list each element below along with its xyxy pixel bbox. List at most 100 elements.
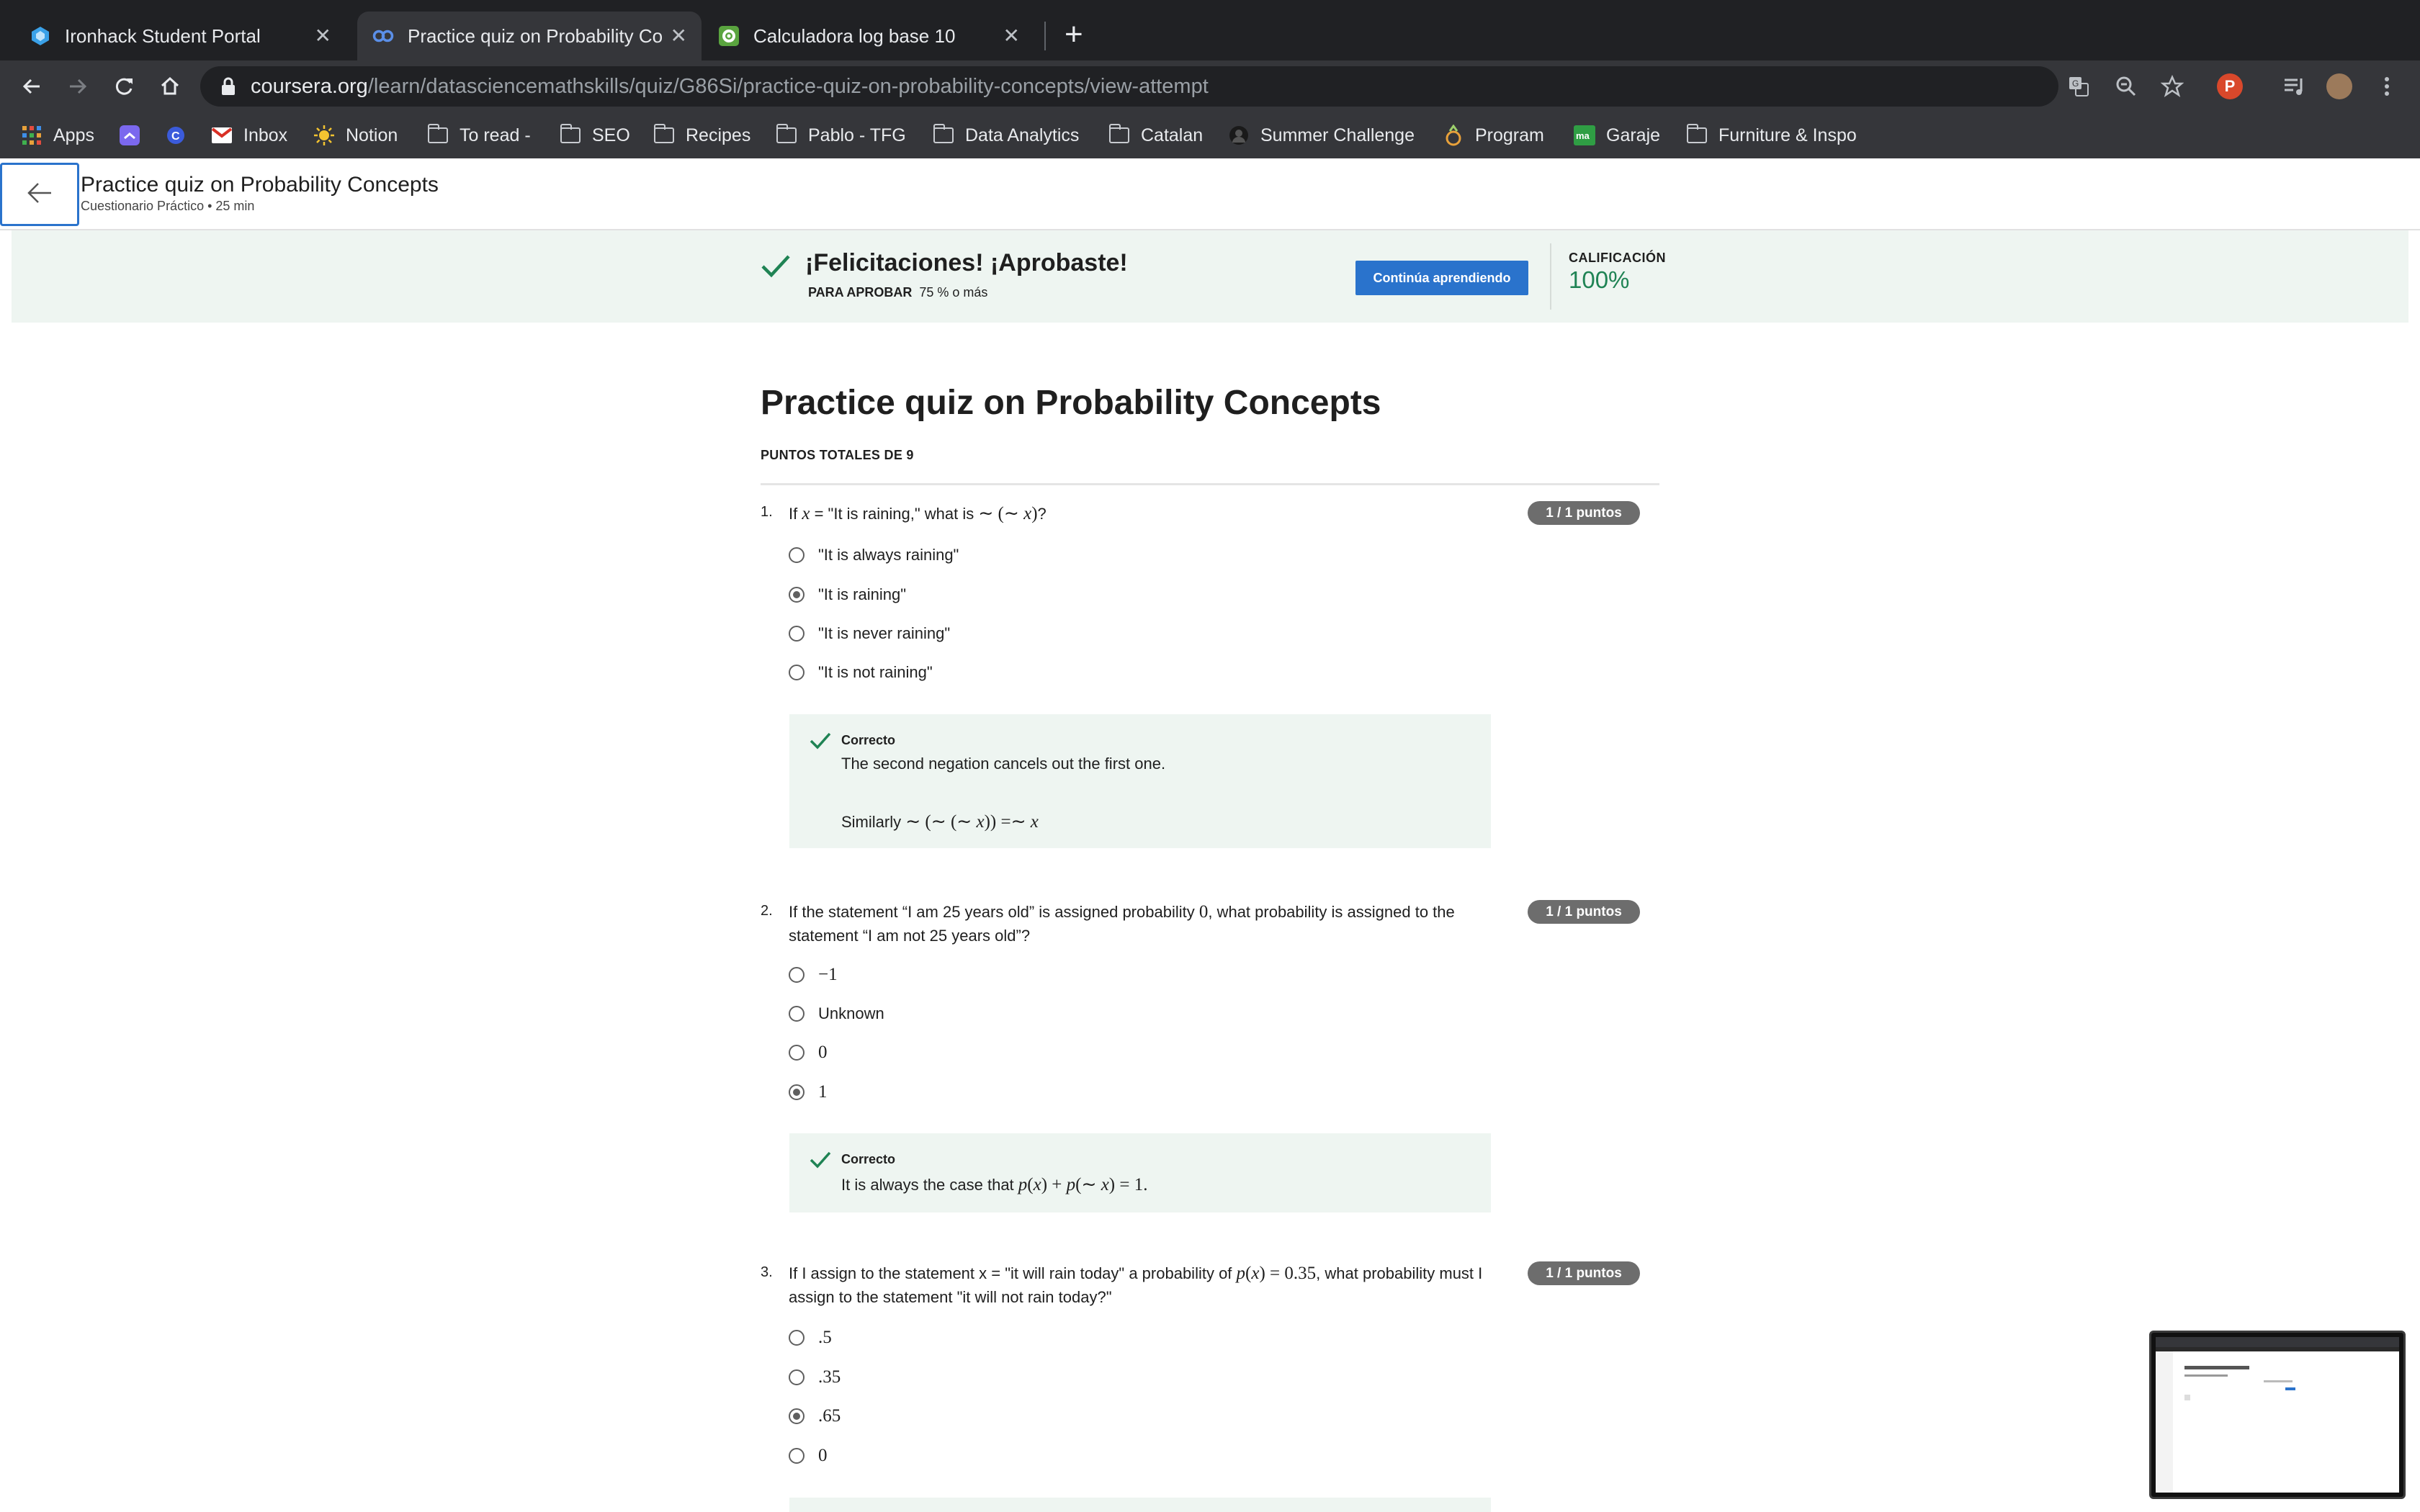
- apps-grid-icon: [20, 124, 43, 147]
- tab-coursera-quiz[interactable]: Practice quiz on Probability Co ✕: [357, 12, 702, 60]
- calculator-gear-icon: [717, 24, 740, 48]
- answer-option[interactable]: 0: [789, 1041, 828, 1064]
- folder-icon: [653, 124, 676, 147]
- media-control-icon[interactable]: [2282, 73, 2308, 99]
- divider: [1550, 243, 1551, 310]
- points-badge: 1 / 1 puntos: [1528, 1261, 1640, 1285]
- tab-label: Practice quiz on Probability Co: [408, 24, 663, 47]
- bookmark-star-icon[interactable]: [2159, 73, 2185, 99]
- folder-icon: [426, 124, 449, 147]
- answer-option[interactable]: .65: [789, 1405, 841, 1428]
- radio-button[interactable]: [789, 967, 805, 983]
- program-icon: [1442, 124, 1465, 147]
- bookmark-recipes[interactable]: Recipes: [653, 122, 750, 148]
- coursera-logo-icon: [372, 24, 395, 48]
- radio-button[interactable]: [789, 626, 805, 642]
- address-bar[interactable]: coursera.org/learn/datasciencemathskills…: [200, 66, 2089, 107]
- radio-button-selected[interactable]: [789, 1408, 805, 1424]
- ironhack-logo-icon: [29, 24, 52, 48]
- bookmark-program[interactable]: Program: [1442, 122, 1544, 148]
- answer-option[interactable]: 0: [789, 1444, 828, 1467]
- folder-icon: [932, 124, 955, 147]
- bookmark-inbox[interactable]: Inbox: [210, 122, 287, 148]
- translate-icon[interactable]: G: [2066, 73, 2092, 99]
- radio-button[interactable]: [789, 1006, 805, 1022]
- course-item-subtitle: Cuestionario Práctico • 25 min: [81, 199, 255, 213]
- svg-text:C: C: [171, 130, 180, 143]
- feedback-title: Correcto: [841, 1152, 896, 1166]
- bookmark-garaje[interactable]: ma Garaje: [1573, 122, 1660, 148]
- answer-option[interactable]: Unknown: [789, 1002, 884, 1025]
- checkmark-icon: [761, 253, 791, 283]
- new-tab-button[interactable]: +: [1065, 16, 1083, 53]
- answer-option[interactable]: "It is never raining": [789, 622, 950, 645]
- feedback-box: Correcto It is always the case that p(x)…: [789, 1133, 1491, 1212]
- bookmark-label: Summer Challenge: [1260, 125, 1415, 145]
- bookmark-c[interactable]: C: [164, 122, 197, 148]
- bookmark-summer-challenge[interactable]: Summer Challenge: [1227, 122, 1415, 148]
- folder-icon: [1685, 124, 1708, 147]
- bookmark-clickup[interactable]: [118, 122, 151, 148]
- avatar[interactable]: [2326, 73, 2352, 99]
- radio-button[interactable]: [789, 1045, 805, 1061]
- congrats-heading: ¡Felicitaciones! ¡Aprobaste!: [805, 249, 1128, 276]
- close-tab-icon[interactable]: ✕: [315, 24, 331, 48]
- lock-icon: [220, 76, 236, 100]
- menu-dots-icon[interactable]: [2374, 73, 2400, 99]
- feedback-text: It is always the case that p(x) + p(∼ x)…: [841, 1175, 1148, 1194]
- bookmark-label: To read -: [460, 125, 531, 145]
- back-button[interactable]: [0, 163, 79, 226]
- bookmark-label: Garaje: [1606, 125, 1661, 145]
- reload-icon[interactable]: [107, 69, 141, 104]
- bookmark-label: Furniture & Inspo: [1718, 125, 1857, 145]
- points-badge: 1 / 1 puntos: [1528, 900, 1640, 924]
- radio-button[interactable]: [789, 547, 805, 563]
- tab-ironhack[interactable]: Ironhack Student Portal ✕: [14, 12, 346, 60]
- back-arrow-icon[interactable]: [14, 69, 49, 104]
- close-tab-icon[interactable]: ✕: [671, 24, 687, 48]
- screenshot-preview-thumbnail[interactable]: [2149, 1331, 2406, 1499]
- bookmark-label: Notion: [346, 125, 398, 145]
- radio-button[interactable]: [789, 1448, 805, 1464]
- forward-arrow-icon[interactable]: [60, 69, 95, 104]
- bookmark-seo[interactable]: SEO: [559, 122, 630, 148]
- bookmarks-bar: Apps C Inbox Notion To read - SEO Recipe…: [0, 112, 2420, 159]
- radio-button[interactable]: [789, 1369, 805, 1385]
- tab-divider: [1044, 22, 1046, 50]
- svg-text:ma: ma: [1576, 130, 1590, 141]
- answer-option[interactable]: −1: [789, 963, 838, 986]
- ma-logo-icon: ma: [1573, 124, 1596, 147]
- bookmark-label: Program: [1475, 125, 1544, 145]
- bookmark-label: Recipes: [686, 125, 751, 145]
- close-tab-icon[interactable]: ✕: [1003, 24, 1020, 48]
- answer-option[interactable]: "It is always raining": [789, 544, 959, 567]
- profile-p-extension-icon[interactable]: P: [2217, 73, 2243, 99]
- answer-option[interactable]: .5: [789, 1326, 832, 1349]
- answer-option[interactable]: 1: [789, 1081, 828, 1104]
- bookmark-pablo-tfg[interactable]: Pablo - TFG: [775, 122, 906, 148]
- bookmark-notion[interactable]: Notion: [313, 122, 398, 148]
- tab-calculator[interactable]: Calculadora log base 10 ✕: [703, 12, 1034, 60]
- url-text: coursera.org/learn/datasciencemathskills…: [251, 75, 1209, 98]
- answer-option[interactable]: "It is not raining": [789, 661, 933, 684]
- radio-button-selected[interactable]: [789, 587, 805, 603]
- bookmark-label: Apps: [53, 125, 94, 145]
- question-number: 1.: [761, 504, 773, 520]
- answer-option[interactable]: "It is raining": [789, 583, 906, 606]
- bookmark-catalan[interactable]: Catalan: [1108, 122, 1203, 148]
- answer-option[interactable]: .35: [789, 1366, 841, 1389]
- home-icon[interactable]: [153, 69, 187, 104]
- bookmark-apps[interactable]: Apps: [20, 122, 94, 148]
- zoom-icon[interactable]: [2113, 73, 2139, 99]
- radio-button[interactable]: [789, 1330, 805, 1346]
- bookmark-data-analytics[interactable]: Data Analytics: [932, 122, 1079, 148]
- passing-requirement: PARA APROBAR 75 % o más: [808, 285, 988, 300]
- bookmark-to-read[interactable]: To read -: [426, 122, 531, 148]
- folder-icon: [559, 124, 582, 147]
- feedback-math: Similarly ∼ (∼ (∼ x)) =∼ x: [841, 812, 1039, 832]
- continue-learning-button[interactable]: Continúa aprendiendo: [1355, 261, 1528, 295]
- checkmark-icon: [810, 1151, 831, 1173]
- bookmark-furniture[interactable]: Furniture & Inspo: [1685, 122, 1857, 148]
- radio-button[interactable]: [789, 665, 805, 680]
- radio-button-selected[interactable]: [789, 1084, 805, 1100]
